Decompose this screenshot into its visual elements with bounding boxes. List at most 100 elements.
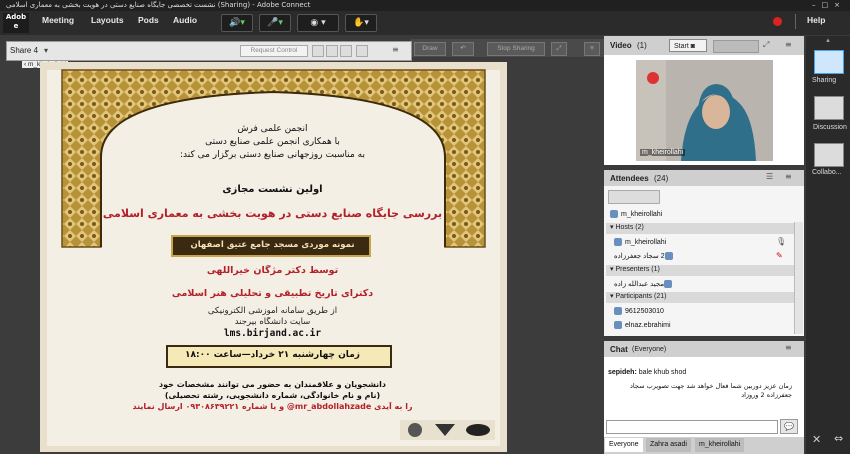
actual-size-icon[interactable]	[326, 45, 338, 57]
user-icon	[614, 238, 622, 246]
poster-url: lms.birjand.ac.ir	[223, 328, 322, 339]
presenters-section[interactable]: ▾ Presenters (1)	[606, 265, 798, 276]
speaker-video-icon	[636, 60, 773, 161]
fullscreen-button[interactable]: ⤢	[551, 42, 567, 56]
window-title-bar: نشست تخصصی جایگاه صنایع دستی در هویت بخش…	[0, 0, 850, 11]
menu-pods[interactable]: Pods	[138, 15, 159, 25]
fit-page-icon[interactable]	[340, 45, 352, 57]
menu-audio[interactable]: Audio	[173, 15, 197, 25]
poster-speaker: توسط دکتر مژگان خیراللهی	[206, 265, 339, 276]
speaker-button[interactable]: 🔊▾	[221, 14, 253, 32]
attendees-scrollbar[interactable]	[794, 222, 803, 334]
window-title: نشست تخصصی جایگاه صنایع دستی در هویت بخش…	[6, 1, 311, 9]
participants-label: Participants (21)	[615, 293, 667, 300]
layout-collaboration-label[interactable]: Collabo...	[812, 169, 842, 176]
fullscreen-icon: ⤢	[556, 45, 562, 52]
user-icon	[614, 321, 622, 329]
chat-sender: sepideh:	[608, 369, 637, 376]
tools-icon[interactable]: ✕	[812, 433, 821, 446]
host-name: 2 سجاد جعفرزاده	[614, 253, 665, 260]
list-item[interactable]: مجید عبدالله زاده	[614, 280, 675, 289]
request-control-button[interactable]: Request Control	[240, 45, 308, 57]
video-layout-icon[interactable]	[713, 40, 759, 53]
start-webcam-button[interactable]: Start ◙	[669, 39, 707, 52]
pod-menu-icon[interactable]: ≡	[785, 343, 792, 352]
participant-name: elnaz.ebrahimi	[625, 321, 671, 329]
recording-indicator-icon	[773, 17, 782, 26]
fullscreen-icon[interactable]: ⤢	[763, 40, 773, 51]
chevron-down-icon: ▾	[44, 46, 49, 55]
layout-collaboration-icon[interactable]	[814, 143, 844, 167]
menu-layouts[interactable]: Layouts	[91, 15, 124, 25]
poster-occasion: به مناسبت روزجهانی صنایع دستی برگزار می …	[179, 150, 366, 160]
adobe-logo: Adob e	[3, 13, 29, 33]
user-icon	[664, 252, 673, 261]
list-item[interactable]: 2 سجاد جعفرزاده	[614, 252, 676, 261]
list-item[interactable]: 9612503010	[614, 307, 664, 315]
share-pod-title: Share 4	[10, 46, 39, 55]
raise-hand-icon: ✋▾	[353, 18, 369, 28]
logo-line1: Adob	[5, 13, 27, 21]
attendees-title: Attendees	[610, 174, 649, 183]
chat-title: Chat	[610, 345, 628, 354]
camera-icon: ✎	[776, 251, 783, 260]
university-logos-icon	[400, 420, 495, 440]
attendee-view-toggle[interactable]	[608, 190, 660, 204]
poster-note3: را به آیدی mr_abdollahzade@ و یا شماره ۰…	[132, 402, 413, 411]
layout-discussion-label[interactable]: Discussion	[813, 124, 847, 131]
send-message-button[interactable]: 💬	[780, 419, 798, 434]
poster-note1: دانشجویان و علاقمندان به حضور می توانند …	[159, 380, 386, 389]
poster-session: اولین نشست مجازی	[222, 184, 323, 195]
menu-help[interactable]: Help	[807, 15, 825, 25]
attendee-me: m_kheirollahi	[610, 210, 662, 218]
expand-icon[interactable]: ⇔	[834, 432, 843, 445]
tab-m-kheirollahi[interactable]: m_kheirollahi	[695, 438, 745, 452]
tab-zahra-asadi[interactable]: Zahra asadi	[646, 438, 691, 452]
draw-button[interactable]: Draw	[414, 42, 446, 56]
menu-meeting[interactable]: Meeting	[42, 15, 74, 25]
poster-note2: (نام و نام خانوادگی، شماره دانشجویی، رشت…	[164, 391, 381, 400]
raise-hand-button[interactable]: ✋▾	[345, 14, 377, 32]
chat-input[interactable]	[606, 420, 778, 434]
poster-case-study: نمونه موردی مسجد جامع عتیق اصفهان	[190, 240, 355, 250]
microphone-button[interactable]: 🎤▾	[259, 14, 291, 32]
list-item[interactable]: elnaz.ebrahimi	[614, 321, 671, 329]
zoom-icon[interactable]	[356, 45, 368, 57]
user-icon	[614, 307, 622, 315]
poster-site: سایت دانشگاه بیرجند	[234, 317, 311, 327]
poster-speaker-degree: دکترای تاریخ تطبیقی و تحلیلی هنر اسلامی	[171, 288, 374, 299]
user-icon	[664, 280, 673, 289]
webcam-icon: ◙	[690, 43, 695, 50]
participants-section[interactable]: ▾ Participants (21)	[606, 292, 798, 303]
user-icon	[610, 210, 618, 218]
chat-message: sepideh: bale khub shod	[608, 369, 686, 376]
chevron-up-icon[interactable]: ▴	[806, 36, 850, 44]
speech-bubble-icon: 💬	[784, 422, 794, 431]
pointer-button[interactable]: ↶	[452, 42, 474, 56]
hosts-section[interactable]: ▾ Hosts (2)	[606, 223, 798, 234]
attendee-me-name: m_kheirollahi	[621, 210, 663, 218]
participant-name: 9612503010	[625, 307, 664, 315]
poster-org: انجمن علمی فرش	[237, 124, 308, 134]
menu-icon: ≡	[590, 45, 594, 52]
pod-menu-icon[interactable]: ≡	[392, 45, 402, 55]
layout-discussion-icon[interactable]	[814, 96, 844, 120]
pod-menu-icon[interactable]: ≡	[785, 40, 795, 51]
poster-time: زمان چهارشنبه ۲۱ خرداد—ساعت ۱۸:۰۰	[185, 350, 360, 360]
logo-line2: e	[13, 22, 19, 30]
fit-width-icon[interactable]	[312, 45, 324, 57]
layout-sharing-label[interactable]: Sharing	[812, 77, 836, 84]
webcam-button[interactable]: ◉ ▾	[297, 14, 339, 32]
layout-sharing-icon[interactable]	[814, 50, 844, 74]
presenters-label: Presenters (1)	[615, 266, 660, 273]
video-feed	[636, 60, 773, 161]
tab-everyone[interactable]: Everyone	[605, 438, 643, 452]
share-pod-menu-button[interactable]: ≡	[584, 42, 600, 56]
pod-menu-icon[interactable]: ≡	[785, 172, 792, 181]
presenter-name: مجید عبدالله زاده	[614, 281, 665, 288]
stop-sharing-button[interactable]: Stop Sharing	[487, 42, 545, 56]
list-view-icon[interactable]: ☰	[766, 172, 773, 181]
poster-collab: با همکاری انجمن علمی صنایع دستی	[205, 137, 340, 147]
list-item[interactable]: m_kheirollahi	[614, 238, 666, 246]
window-controls[interactable]: –□×	[812, 0, 846, 11]
